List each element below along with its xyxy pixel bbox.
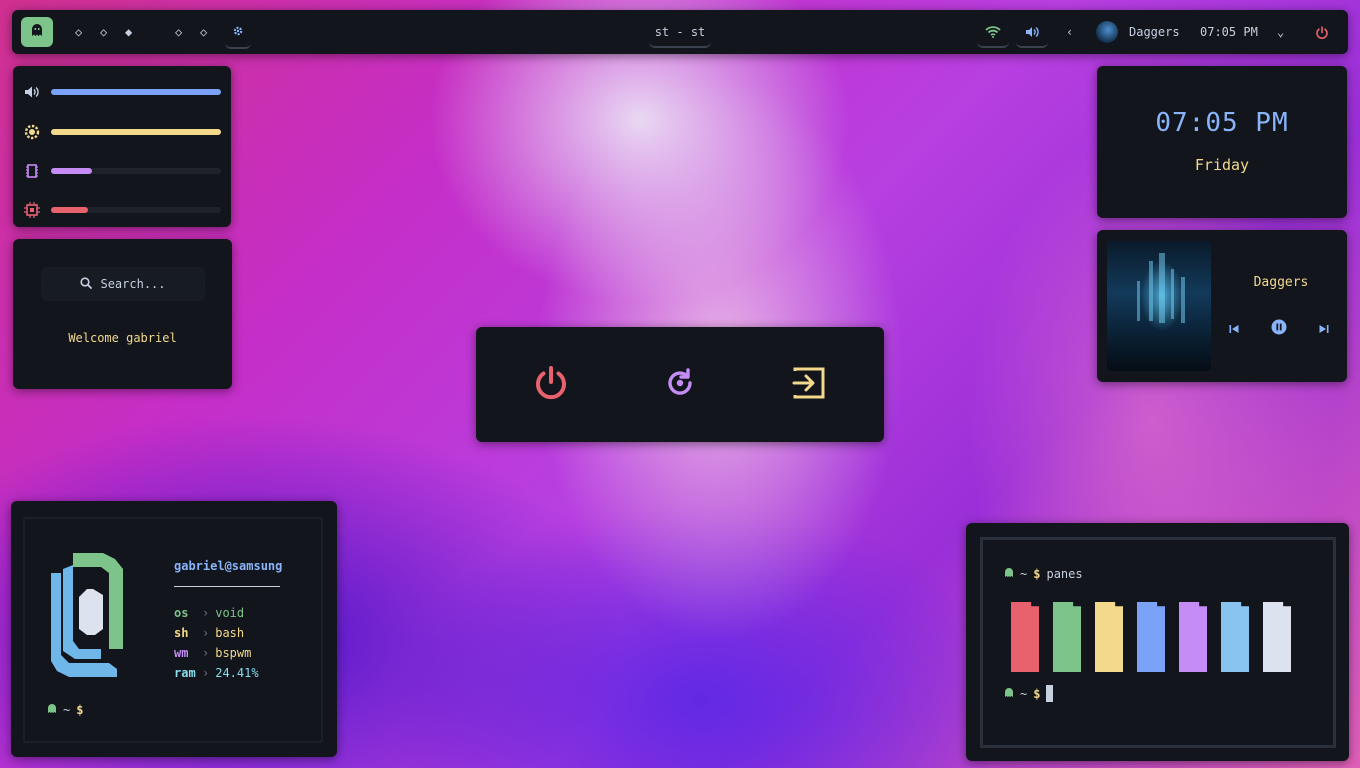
ghost-icon <box>1004 687 1014 701</box>
power-icon[interactable] <box>1315 25 1329 44</box>
cpu-slider[interactable] <box>23 200 223 220</box>
text-cursor <box>1046 685 1054 702</box>
wifi-icon <box>985 23 1001 42</box>
color-pane <box>1011 602 1039 672</box>
memory-icon <box>23 162 41 180</box>
chevron-down-icon[interactable]: ⌄ <box>1277 23 1284 41</box>
ghost-icon <box>47 703 57 717</box>
workspace-5[interactable]: ◇ <box>200 23 207 41</box>
memory-slider[interactable] <box>23 161 223 181</box>
clock-time: 07:05 PM <box>1155 108 1289 138</box>
logout-button[interactable] <box>786 362 832 408</box>
skip-previous-icon <box>1228 320 1240 339</box>
terminal-prompt[interactable]: ~ $ <box>1004 685 1054 702</box>
ghost-icon <box>1004 567 1014 581</box>
pause-icon <box>1271 319 1287 339</box>
search-placeholder: Search... <box>100 277 166 291</box>
fetch-row-sh: sh › bash <box>174 626 245 640</box>
clock-day: Friday <box>1194 156 1250 174</box>
color-pane <box>1095 602 1123 672</box>
volume-icon <box>23 83 41 101</box>
launcher-button[interactable] <box>21 17 53 47</box>
now-playing-title[interactable]: Daggers <box>1129 23 1180 41</box>
skip-next-icon <box>1318 320 1330 339</box>
fetch-username: gabriel@samsung <box>174 559 283 573</box>
next-button[interactable] <box>1315 320 1333 338</box>
search-input[interactable]: Search... <box>41 267 205 301</box>
color-pane <box>1179 602 1207 672</box>
color-pane <box>1137 602 1165 672</box>
clock-widget: 07:05 PM Friday <box>1097 66 1347 218</box>
fetch-row-os: os › void <box>174 606 245 620</box>
workspace-3[interactable]: ◆ <box>125 23 132 41</box>
volume-slider[interactable] <box>23 82 223 102</box>
fetch-row-ram: ram › 24.41% <box>174 666 259 680</box>
bar-clock[interactable]: 07:05 PM <box>1200 23 1258 41</box>
power-menu <box>476 327 884 442</box>
power-icon <box>532 364 570 406</box>
workspace-2[interactable]: ◇ <box>100 23 107 41</box>
fetch-row-wm: wm › bspwm <box>174 646 252 660</box>
top-bar: ◇ ◇ ◆ ◇ ◇ st - st ‹ Daggers 07:05 PM ⌄ <box>12 10 1348 54</box>
distro-logo <box>47 549 141 685</box>
window-title[interactable]: st - st <box>649 18 711 48</box>
search-icon <box>80 276 93 292</box>
workspace-1[interactable]: ◇ <box>75 23 82 41</box>
wifi-button[interactable] <box>977 18 1009 48</box>
color-pane <box>1053 602 1081 672</box>
workspace-4[interactable]: ◇ <box>175 23 182 41</box>
brightness-icon <box>23 123 41 141</box>
restart-icon <box>663 366 697 404</box>
fetch-divider <box>174 586 280 587</box>
color-pane <box>1263 602 1291 672</box>
ghost-icon <box>29 22 45 42</box>
panes-terminal: ~ $ panes ~ $ <box>966 523 1349 761</box>
album-cover <box>1107 241 1211 371</box>
system-sliders-panel <box>13 66 231 227</box>
play-pause-button[interactable] <box>1270 319 1288 339</box>
music-player-widget: Daggers <box>1097 230 1347 382</box>
terminal-command-line: ~ $ panes <box>1004 567 1083 581</box>
gear-icon <box>232 25 244 41</box>
cpu-icon <box>23 201 41 219</box>
previous-button[interactable] <box>1225 320 1243 338</box>
terminal-frame[interactable]: ~ $ panes ~ $ <box>980 537 1336 748</box>
terminal-command: panes <box>1046 567 1083 581</box>
volume-icon <box>1025 23 1039 42</box>
reboot-button[interactable] <box>657 362 703 408</box>
volume-button[interactable] <box>1016 18 1048 48</box>
search-panel: Search... Welcome gabriel <box>13 239 232 389</box>
welcome-text: Welcome gabriel <box>68 331 177 345</box>
fetch-frame: gabriel@samsung os › void sh › bash wm › bspwm… <box>23 517 323 743</box>
color-pane <box>1221 602 1249 672</box>
fetch-prompt: ~ $ <box>47 703 83 717</box>
now-playing-avatar <box>1096 21 1118 43</box>
fetch-terminal: gabriel@samsung os › void sh › bash wm › bspwm… <box>11 501 337 757</box>
workspace-settings-button[interactable] <box>225 19 251 49</box>
logout-icon <box>791 365 827 405</box>
brightness-slider[interactable] <box>23 122 223 142</box>
song-title: Daggers <box>1253 275 1309 290</box>
shutdown-button[interactable] <box>528 362 574 408</box>
chevron-left-icon[interactable]: ‹ <box>1066 23 1073 41</box>
